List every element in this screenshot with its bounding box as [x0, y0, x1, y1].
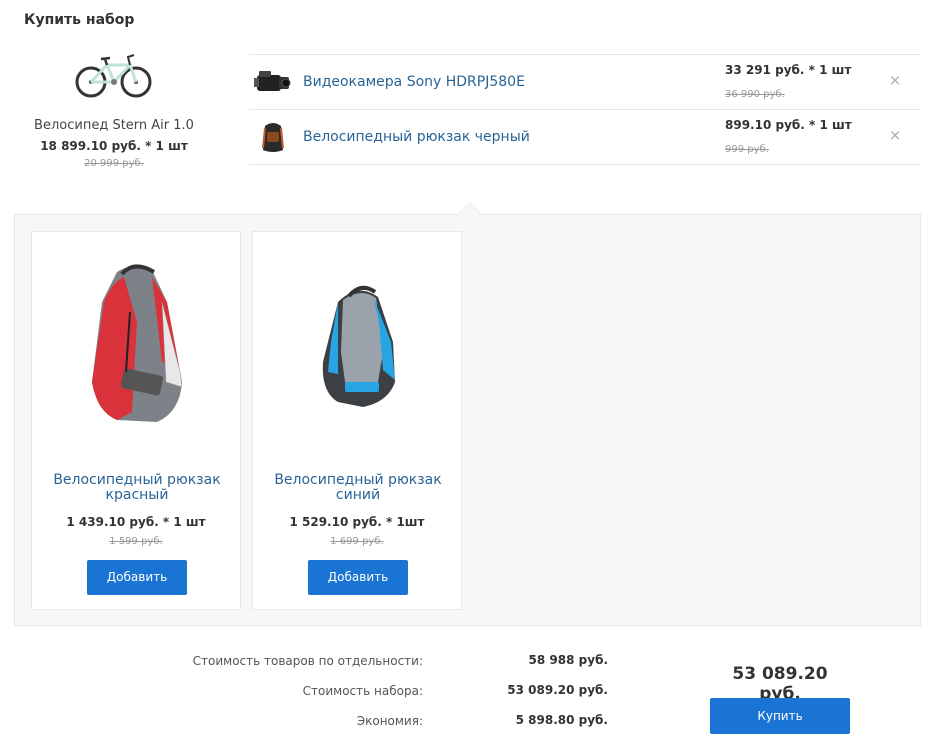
- offer-name-link[interactable]: Велосипедный рюкзак красный: [42, 473, 232, 502]
- set-item-old-price: 999 руб.: [725, 144, 769, 155]
- offer-old-price: 1 599 руб.: [109, 536, 163, 547]
- bicycle-image: [74, 45, 154, 105]
- set-item-link[interactable]: Велосипедный рюкзак черный: [303, 129, 530, 145]
- set-item: Видеокамера Sony HDRPJ580E 33 291 руб. *…: [249, 55, 920, 110]
- add-button[interactable]: Добавить: [308, 560, 408, 595]
- set-item-price: 899.10 руб. * 1 шт: [725, 118, 852, 132]
- offers-panel: Велосипедный рюкзак красный 1 439.10 руб…: [14, 202, 921, 626]
- main-product-old-price: 20 999 руб.: [84, 158, 144, 169]
- separate-cost-label: Стоимость товаров по отдельности:: [192, 654, 423, 668]
- main-product-price: 18 899.10 руб. * 1 шт: [40, 139, 188, 153]
- set-title: Купить набор: [24, 12, 135, 28]
- set-item-old-price: 36 990 руб.: [725, 89, 785, 100]
- economy-label: Экономия:: [356, 714, 423, 728]
- offer-card: Велосипедный рюкзак красный 1 439.10 руб…: [31, 231, 241, 610]
- remove-icon[interactable]: ×: [885, 71, 905, 89]
- buy-button[interactable]: Купить: [710, 698, 850, 734]
- main-product: Велосипед Stern Air 1.0 18 899.10 руб. *…: [14, 45, 214, 169]
- offer-name-link[interactable]: Велосипедный рюкзак синий: [263, 473, 453, 502]
- main-product-name: Велосипед Stern Air 1.0: [34, 118, 194, 133]
- offer-old-price: 1 699 руб.: [330, 536, 384, 547]
- economy-value: 5 898.80 руб.: [515, 713, 608, 727]
- set-cost-value: 53 089.20 руб.: [507, 683, 608, 697]
- set-cost-label: Стоимость набора:: [302, 684, 423, 698]
- backpack-black-image: [253, 120, 293, 154]
- camcorder-image: [253, 65, 293, 99]
- set-item: Велосипедный рюкзак черный 899.10 руб. *…: [249, 110, 920, 165]
- remove-icon[interactable]: ×: [885, 126, 905, 144]
- set-items-list: Видеокамера Sony HDRPJ580E 33 291 руб. *…: [249, 54, 920, 165]
- separate-cost-value: 58 988 руб.: [528, 653, 608, 667]
- offer-card: Велосипедный рюкзак синий 1 529.10 руб. …: [252, 231, 462, 610]
- set-item-link[interactable]: Видеокамера Sony HDRPJ580E: [303, 74, 525, 90]
- backpack-red-image: [62, 262, 212, 437]
- offer-price: 1 529.10 руб. * 1шт: [289, 515, 425, 529]
- offer-price: 1 439.10 руб. * 1 шт: [66, 515, 206, 529]
- add-button[interactable]: Добавить: [87, 560, 187, 595]
- set-item-price: 33 291 руб. * 1 шт: [725, 63, 852, 77]
- backpack-blue-image: [283, 262, 433, 437]
